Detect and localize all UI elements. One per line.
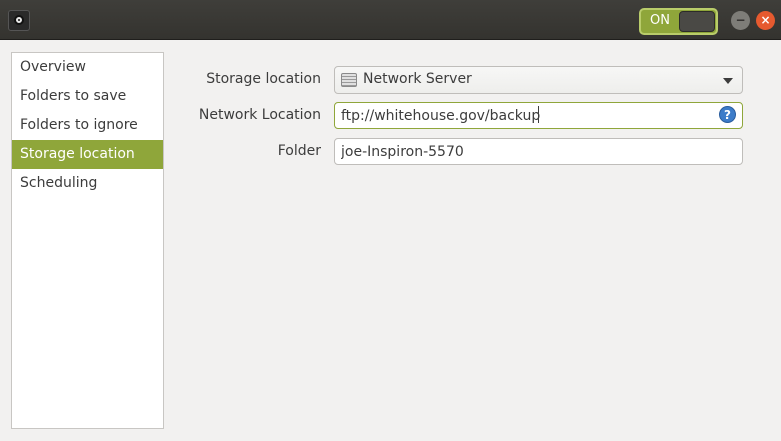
folder-label: Folder — [277, 143, 321, 159]
sidebar: Overview Folders to save Folders to igno… — [11, 52, 164, 429]
storage-location-combo[interactable]: Network Server — [334, 66, 743, 94]
network-location-label: Network Location — [198, 107, 321, 123]
chevron-down-icon[interactable] — [723, 78, 733, 84]
camera-icon — [8, 10, 30, 31]
toggle-label: ON — [650, 13, 670, 28]
text-caret — [538, 106, 539, 123]
folder-input[interactable] — [334, 138, 743, 165]
close-icon[interactable]: × — [756, 11, 775, 30]
sidebar-item-overview[interactable]: Overview — [12, 53, 163, 82]
toggle-knob[interactable] — [679, 11, 715, 32]
storage-location-label: Storage location — [206, 71, 321, 87]
backup-toggle[interactable]: ON — [639, 8, 718, 35]
storage-location-value: Network Server — [363, 71, 472, 87]
minimize-icon[interactable]: − — [731, 11, 750, 30]
help-icon[interactable]: ? — [719, 106, 736, 123]
sidebar-item-folders-to-ignore[interactable]: Folders to ignore — [12, 111, 163, 140]
sidebar-item-storage-location[interactable]: Storage location — [12, 140, 163, 169]
server-icon — [341, 73, 357, 87]
sidebar-item-scheduling[interactable]: Scheduling — [12, 169, 163, 198]
header-bar: ON − × — [0, 0, 781, 40]
sidebar-item-folders-to-save[interactable]: Folders to save — [12, 82, 163, 111]
